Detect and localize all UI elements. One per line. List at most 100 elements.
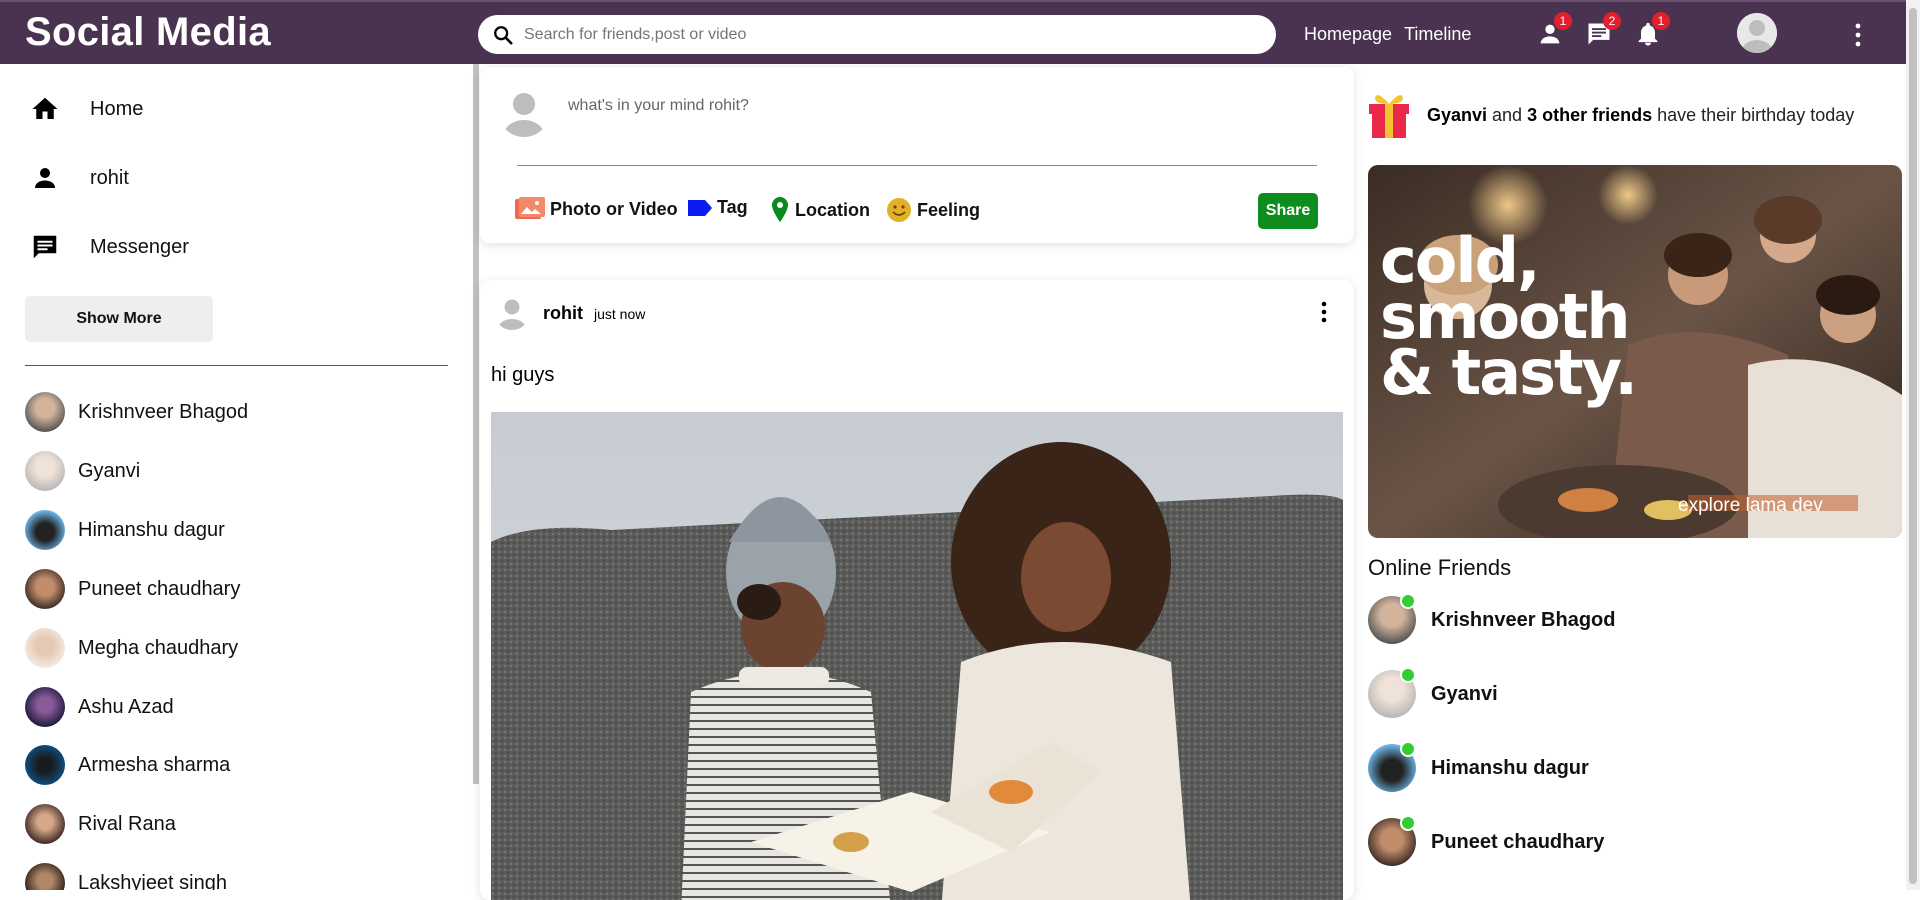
- friend-list-item[interactable]: Himanshu dagur: [25, 510, 225, 550]
- sidebar-item-label: Messenger: [90, 235, 189, 258]
- chat-icon: [33, 235, 57, 259]
- friend-list-item[interactable]: Armesha sharma: [25, 745, 230, 785]
- search-input[interactable]: [524, 25, 1244, 44]
- birthday-text: Gyanvi and 3 other friends have their bi…: [1427, 105, 1854, 126]
- photo-video-option[interactable]: Photo or Video: [515, 197, 678, 221]
- status-input[interactable]: [568, 97, 1268, 115]
- search-icon: [494, 25, 513, 45]
- online-indicator: [1400, 667, 1416, 683]
- online-friend-item[interactable]: Krishnveer Bhagod: [1368, 593, 1616, 644]
- friend-name: Rival Rana: [78, 812, 176, 835]
- home-icon: [32, 97, 58, 119]
- option-label: Feeling: [917, 199, 981, 220]
- left-sidebar: Home rohit Messenger Show More Krishnvee…: [0, 64, 476, 890]
- online-friend-name: Krishnveer Bhagod: [1431, 608, 1616, 631]
- friend-list-item[interactable]: Lakshyjeet singh: [25, 863, 227, 890]
- messages-button[interactable]: 2: [1585, 12, 1621, 48]
- friend-name: Puneet chaudhary: [78, 577, 241, 600]
- post-card: rohit just now hi guys: [480, 280, 1354, 900]
- friend-name: Himanshu dagur: [78, 518, 225, 541]
- smiley-icon: [887, 198, 911, 222]
- sidebar-item-home[interactable]: Home: [30, 94, 143, 124]
- birthday-name: Gyanvi: [1427, 104, 1488, 125]
- sidebar-item-profile[interactable]: rohit: [30, 163, 129, 193]
- friend-list-item[interactable]: Ashu Azad: [25, 687, 174, 727]
- online-friend-name: Gyanvi: [1431, 682, 1498, 705]
- app-logo[interactable]: Social Media: [25, 10, 271, 55]
- friend-name: Armesha sharma: [78, 753, 231, 776]
- location-option[interactable]: Location: [770, 197, 870, 223]
- option-label: Location: [795, 199, 870, 220]
- friend-list-item[interactable]: Puneet chaudhary: [25, 569, 240, 609]
- avatar: [1368, 741, 1416, 792]
- online-friend-item[interactable]: Gyanvi: [1368, 667, 1498, 718]
- friend-list-item[interactable]: Megha chaudhary: [25, 628, 238, 668]
- top-links: Homepage Timeline: [1304, 24, 1471, 45]
- online-indicator: [1400, 593, 1416, 609]
- avatar: [25, 510, 65, 550]
- friend-list-item[interactable]: Rival Rana: [25, 804, 176, 844]
- birthday-and: and: [1487, 104, 1528, 125]
- messages-badge: 2: [1603, 12, 1621, 30]
- feeling-option[interactable]: Feeling: [886, 197, 980, 223]
- avatar-icon: [494, 294, 530, 330]
- avatar: [25, 745, 65, 785]
- person-icon: [35, 168, 55, 188]
- birthday-count: 3 other friends: [1527, 104, 1653, 125]
- avatar: [25, 804, 65, 844]
- profile-avatar[interactable]: [1737, 13, 1777, 53]
- avatar: [498, 85, 550, 137]
- avatar: [25, 863, 65, 890]
- friend-requests-button[interactable]: 1: [1536, 12, 1572, 48]
- sidebar-scrollbar[interactable]: [473, 64, 479, 784]
- friend-requests-badge: 1: [1554, 12, 1572, 30]
- advertisement-banner[interactable]: cold, smooth & tasty. explore lama dev: [1368, 165, 1902, 538]
- online-friends-title: Online Friends: [1368, 555, 1512, 580]
- friend-name: Krishnveer Bhagod: [78, 400, 249, 423]
- friend-name: Gyanvi: [78, 459, 141, 482]
- sidebar-item-messenger[interactable]: Messenger: [30, 232, 189, 262]
- friend-list-item[interactable]: Gyanvi: [25, 451, 140, 491]
- show-more-button[interactable]: Show More: [25, 296, 213, 342]
- online-indicator: [1400, 815, 1416, 831]
- birthday-notice: Gyanvi and 3 other friends have their bi…: [1367, 90, 1854, 140]
- more-options-icon[interactable]: [1850, 22, 1866, 48]
- avatar-icon: [498, 85, 550, 137]
- post-text: hi guys: [491, 364, 555, 386]
- avatar: [25, 628, 65, 668]
- option-label: Photo or Video: [550, 198, 678, 219]
- ad-caption: explore lama dev: [1678, 495, 1823, 516]
- timeline-link[interactable]: Timeline: [1404, 24, 1471, 45]
- post-options-icon[interactable]: [1318, 300, 1330, 324]
- tag-option[interactable]: Tag: [688, 197, 748, 218]
- top-bar: Social Media Homepage Timeline 1 2 1: [0, 0, 1920, 64]
- share-button[interactable]: Share: [1258, 193, 1318, 229]
- avatar: [25, 392, 65, 432]
- avatar: [25, 687, 65, 727]
- avatar: [1368, 593, 1416, 644]
- notifications-badge: 1: [1652, 12, 1670, 30]
- page-scrollbar-thumb[interactable]: [1909, 8, 1917, 884]
- avatar[interactable]: [494, 294, 530, 330]
- homepage-link[interactable]: Homepage: [1304, 24, 1392, 45]
- post-username[interactable]: rohit: [543, 303, 583, 324]
- avatar: [1368, 815, 1416, 866]
- online-friend-item[interactable]: Puneet chaudhary: [1368, 815, 1604, 866]
- share-card: Photo or Video Tag Location Feeling Shar…: [480, 67, 1354, 243]
- search-bar[interactable]: [478, 15, 1276, 54]
- avatar: [25, 451, 65, 491]
- friend-name: Ashu Azad: [78, 695, 174, 718]
- page-scrollbar[interactable]: [1906, 0, 1920, 890]
- friend-list-item[interactable]: Krishnveer Bhagod: [25, 392, 248, 432]
- post-image[interactable]: [491, 412, 1343, 900]
- sidebar-divider: [25, 365, 448, 366]
- friend-name: Lakshyjeet singh: [78, 871, 227, 891]
- avatar: [25, 569, 65, 609]
- gift-icon: [1369, 95, 1409, 138]
- location-pin-icon: [772, 197, 788, 222]
- tag-icon: [688, 199, 712, 216]
- online-indicator: [1400, 741, 1416, 757]
- online-friend-item[interactable]: Himanshu dagur: [1368, 741, 1589, 792]
- avatar: [1368, 667, 1416, 718]
- notifications-button[interactable]: 1: [1634, 12, 1670, 48]
